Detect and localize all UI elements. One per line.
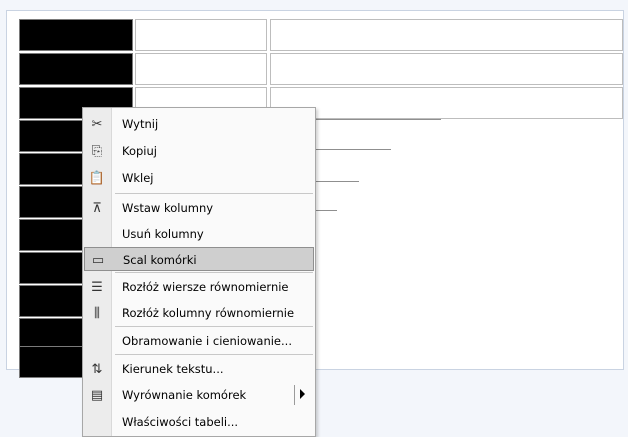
ruled-line [315, 210, 337, 211]
merge-cells-icon: ▭ [91, 252, 105, 268]
context-menu: ✂ Wytnij ⎘ Kopiuj 📋 Wklej ⊼ Wstaw kolumn… [82, 107, 316, 437]
table-cell[interactable] [270, 19, 623, 51]
ruled-line [315, 119, 441, 120]
distribute-rows-icon: ☰ [91, 279, 103, 295]
submenu-divider [294, 385, 295, 405]
menu-separator [115, 354, 313, 355]
text-direction-icon: ⇅ [91, 361, 103, 377]
paste-icon: 📋 [88, 170, 106, 186]
table-cell[interactable] [135, 19, 267, 51]
table-cell[interactable] [270, 87, 623, 119]
menu-item-copy[interactable]: ⎘ Kopiuj [84, 139, 314, 163]
menu-item-paste[interactable]: 📋 Wklej [84, 166, 314, 190]
menu-item-cut[interactable]: ✂ Wytnij [84, 112, 314, 136]
menu-item-text-direction[interactable]: ⇅ Kierunek tekstu... [84, 357, 314, 381]
menu-item-delete-columns[interactable]: Usuń kolumny [84, 222, 314, 246]
scissors-icon: ✂ [91, 116, 103, 132]
menu-separator [115, 326, 313, 327]
menu-item-distribute-columns[interactable]: ⫼ Rozłóż kolumny równomiernie [84, 301, 314, 325]
cell-alignment-icon: ▤ [90, 387, 104, 403]
menu-separator [115, 193, 313, 194]
menu-item-cell-alignment[interactable]: ▤ Wyrównanie komórek [84, 383, 314, 407]
menu-item-table-properties[interactable]: Właściwości tabeli... [84, 410, 314, 434]
insert-columns-icon: ⊼ [92, 200, 102, 216]
menu-item-insert-columns[interactable]: ⊼ Wstaw kolumny [84, 196, 314, 220]
menu-separator [115, 272, 313, 273]
ruled-line [315, 181, 359, 182]
table-row [19, 53, 623, 86]
copy-icon: ⎘ [91, 143, 103, 159]
table-cell[interactable] [19, 53, 133, 85]
table-row [19, 19, 623, 52]
table-cell[interactable] [19, 19, 133, 51]
menu-item-distribute-rows[interactable]: ☰ Rozłóż wiersze równomiernie [84, 275, 314, 299]
table-cell[interactable] [135, 53, 267, 85]
menu-item-borders-shading[interactable]: Obramowanie i cieniowanie... [84, 329, 314, 353]
distribute-columns-icon: ⫼ [94, 305, 100, 321]
menu-item-merge-cells[interactable]: ▭ Scal komórki [84, 247, 314, 271]
ruled-line [315, 149, 391, 150]
table-cell[interactable] [270, 53, 623, 85]
submenu-arrow-icon [300, 389, 305, 399]
